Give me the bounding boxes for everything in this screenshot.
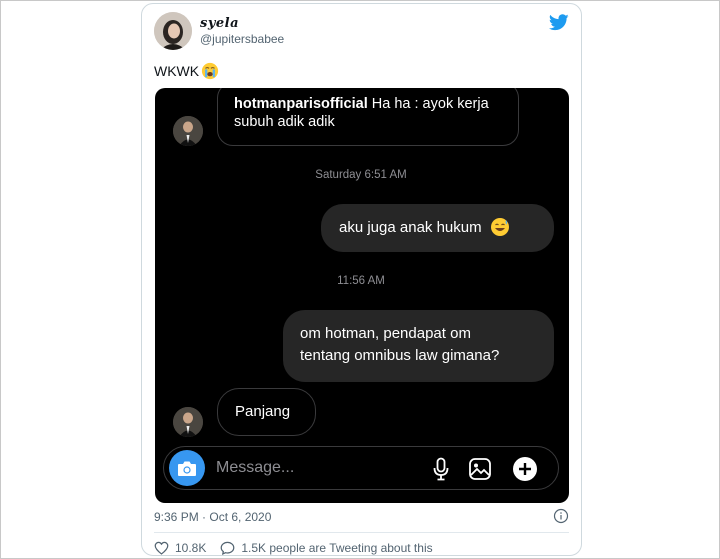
tweet-stats: 10.8K 1.5K people are Tweeting about thi… [154,541,447,555]
camera-button[interactable] [169,450,205,486]
heart-icon [154,541,169,555]
chat-timestamp: 11:56 AM [337,275,385,287]
contact-avatar [173,407,203,437]
grinning-sweat-emoji [490,217,509,236]
contact-avatar [173,116,203,146]
chat-timestamp: Saturday 6:51 AM [315,169,407,181]
tweeting-about-stat[interactable]: 1.5K people are Tweeting about this [220,541,433,555]
divider [154,532,569,533]
sent-message-text: aku juga anak hukum [339,219,482,236]
tweet-timestamp[interactable]: 9:36 PM · Oct 6, 2020 [154,510,271,524]
sent-message: aku juga anak hukum [321,204,554,252]
quoted-story-reply: hotmanparisofficial Ha ha : ayok kerja s… [217,88,519,146]
info-icon[interactable] [553,508,569,524]
author-avatar[interactable] [154,12,192,50]
received-message: Panjang [217,388,316,436]
gallery-icon[interactable] [467,456,493,482]
received-message-text: Panjang [235,403,291,420]
twitter-logo-icon[interactable] [549,14,569,31]
microphone-icon[interactable] [428,456,454,482]
loudly-crying-face-emoji [202,62,219,80]
dm-screenshot-media[interactable]: hotmanparisofficial Ha ha : ayok kerja s… [155,88,569,503]
tweet-text-content: WKWK [154,63,200,79]
add-icon[interactable] [512,456,538,482]
sent-message-line: om hotman, pendapat om [300,325,471,342]
like-count: 10.8K [175,541,207,555]
message-composer[interactable]: Message... [163,446,559,490]
tweeting-about-text: 1.5K people are Tweeting about this [241,541,433,555]
tweet-text: WKWK [154,62,219,80]
quoted-sender: hotmanparisofficial [234,96,368,112]
sent-message-line: tentang omnibus law gimana? [300,347,500,364]
sent-message: om hotman, pendapat om tentang omnibus l… [283,310,554,382]
message-input[interactable]: Message... [216,459,294,477]
tweet-card: syela @jupitersbabee WKWK hotmanparisoff… [141,3,582,556]
author-display-name[interactable]: syela [200,16,239,31]
author-handle[interactable]: @jupitersbabee [200,32,284,46]
like-stat[interactable]: 10.8K [154,541,206,555]
camera-icon [178,461,196,476]
comment-icon [220,541,235,555]
